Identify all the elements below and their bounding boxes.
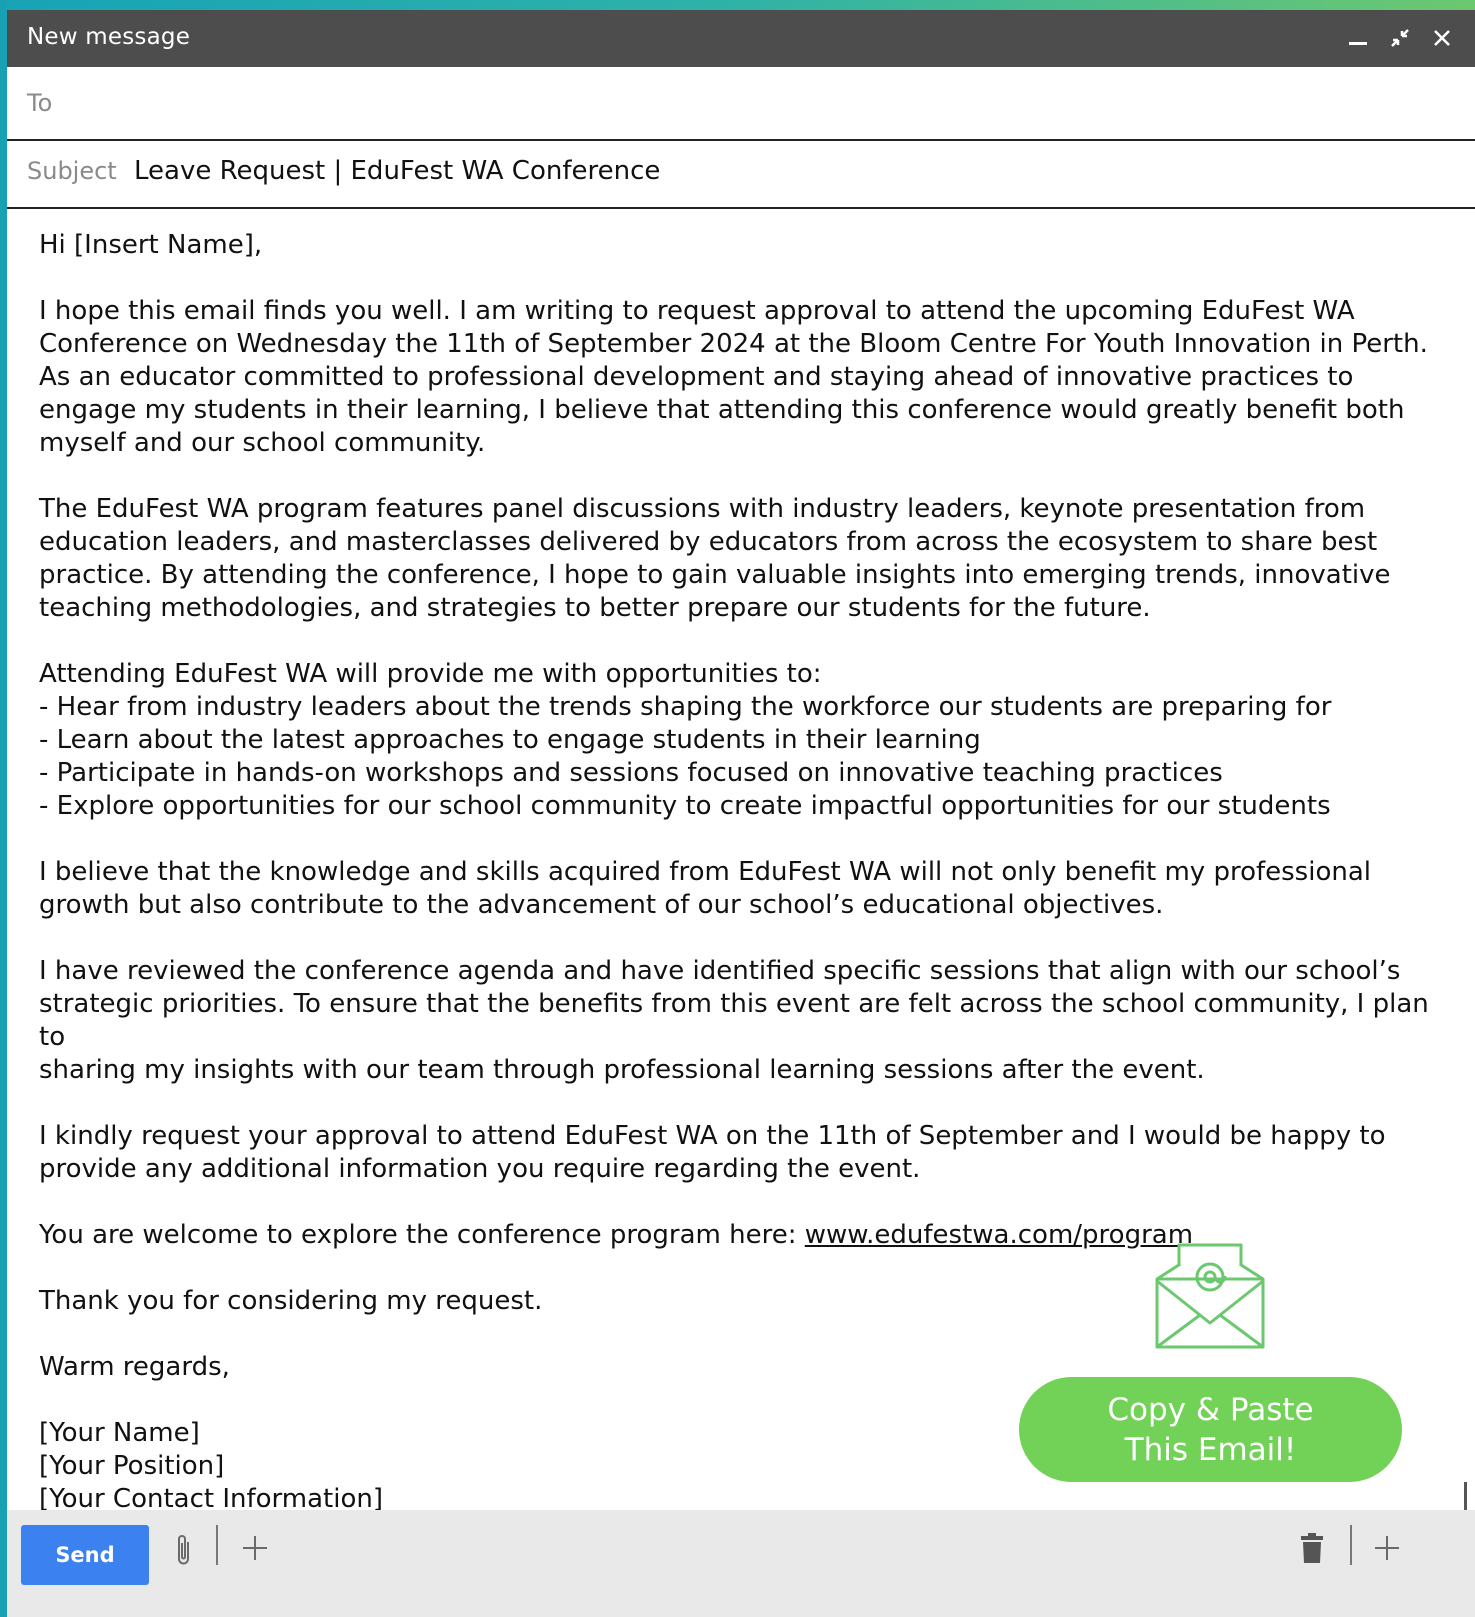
list-item: - Hear from industry leaders about the t…	[39, 692, 1332, 722]
send-button[interactable]: Send	[21, 1525, 149, 1585]
compose-titlebar: New message	[7, 10, 1475, 67]
collapse-icon[interactable]	[1389, 27, 1411, 49]
subject-field-row[interactable]: Subject Leave Request | EduFest WA Confe…	[7, 141, 1475, 209]
close-icon[interactable]	[1431, 27, 1453, 49]
list-item: - Learn about the latest approaches to e…	[39, 725, 981, 755]
list-intro: Attending EduFest WA will provide me wit…	[39, 659, 822, 689]
paragraph-request: I kindly request your approval to attend…	[39, 1121, 1386, 1184]
toolbar-divider	[216, 1525, 218, 1565]
toolbar-divider	[1350, 1525, 1352, 1565]
to-field-row[interactable]: To	[7, 67, 1475, 141]
copy-paste-button[interactable]: Copy & Paste This Email!	[1019, 1377, 1402, 1482]
window-controls	[1347, 20, 1453, 56]
paragraph-program: The EduFest WA program features panel di…	[39, 494, 1391, 623]
message-body[interactable]: Hi [Insert Name], I hope this email find…	[39, 229, 1444, 1549]
copy-button-line-2: This Email!	[1124, 1431, 1297, 1468]
subject-input[interactable]: Leave Request | EduFest WA Conference	[134, 156, 660, 186]
plus-icon[interactable]	[1373, 1534, 1401, 1562]
to-label: To	[27, 89, 53, 117]
opportunities-list: Attending EduFest WA will provide me wit…	[39, 658, 1444, 823]
compose-window: New message To Subject Leave Request | E…	[7, 10, 1475, 1617]
copy-button-line-1: Copy & Paste	[1107, 1391, 1314, 1428]
list-item: - Participate in hands-on workshops and …	[39, 758, 1223, 788]
trash-icon[interactable]	[1299, 1532, 1325, 1564]
window-title: New message	[27, 24, 191, 50]
greeting: Hi [Insert Name],	[39, 230, 263, 260]
envelope-at-icon	[1155, 1243, 1265, 1349]
paragraph-agenda: I have reviewed the conference agenda an…	[39, 956, 1429, 1085]
list-item: - Explore opportunities for our school c…	[39, 791, 1331, 821]
paragraph-benefits: I believe that the knowledge and skills …	[39, 857, 1371, 920]
paragraph-intro: I hope this email finds you well. I am w…	[39, 296, 1428, 458]
subject-label: Subject	[27, 157, 117, 185]
compose-footer-toolbar: Send	[7, 1510, 1475, 1617]
minimize-icon[interactable]	[1347, 27, 1369, 49]
paperclip-icon[interactable]	[173, 1532, 195, 1568]
program-link[interactable]: www.edufestwa.com/program	[805, 1220, 1193, 1250]
plus-icon[interactable]	[241, 1534, 269, 1562]
left-accent-strip	[0, 0, 7, 1617]
